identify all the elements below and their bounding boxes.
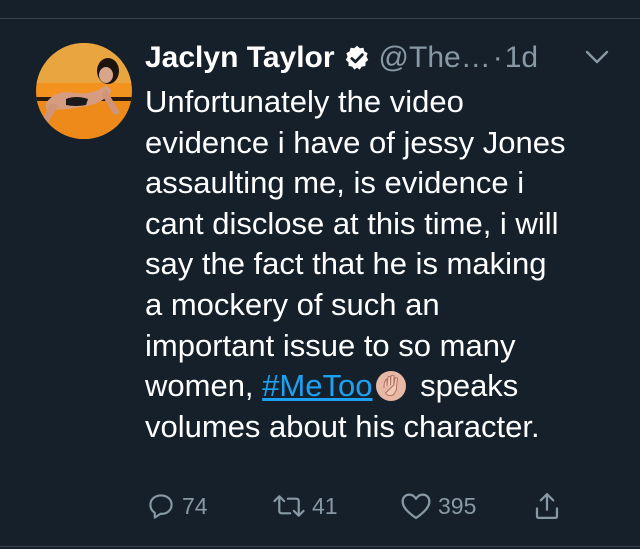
verified-badge-icon [343, 44, 371, 72]
tweet-actions: 74 41 395 [0, 488, 640, 524]
tweet-text-line: a mockery of such an [145, 286, 440, 322]
tweet-text-line-hashtag: women, #MeToo speaks [145, 366, 625, 407]
author-handle[interactable]: @The… [379, 41, 491, 75]
share-icon [532, 491, 562, 521]
retweet-button[interactable]: 41 [272, 488, 338, 524]
tweet-text-line: assaulting me, is evidence i [145, 165, 525, 201]
author-display-name[interactable]: Jaclyn Taylor [145, 41, 335, 75]
tweet-header: Jaclyn Taylor @The… · 1d [145, 36, 620, 80]
reply-icon [146, 491, 176, 521]
text-after-hashtag: speaks [411, 368, 519, 404]
hashtag-link[interactable]: #MeToo [262, 368, 372, 403]
tweet-text-line: evidence i have of jessy Jones [145, 124, 566, 160]
tweet-text-line: say the fact that he is making [145, 246, 547, 282]
tweet-text: Unfortunately the video evidence i have … [145, 82, 625, 447]
chevron-down-icon[interactable] [584, 48, 610, 66]
retweet-icon [272, 491, 306, 521]
text-before-hashtag: women, [145, 368, 263, 404]
like-button[interactable]: 395 [400, 488, 476, 524]
bottom-divider [0, 546, 640, 547]
tweet-text-line: Unfortunately the video [145, 84, 464, 119]
top-divider [0, 18, 640, 19]
like-count: 395 [438, 492, 477, 519]
reply-count: 74 [182, 492, 208, 519]
avatar-image [36, 43, 132, 139]
share-button[interactable] [532, 488, 562, 524]
avatar[interactable] [36, 43, 132, 139]
tweet-text-line: important issue to so many [145, 327, 516, 363]
tweet-timestamp[interactable]: 1d [505, 41, 538, 75]
reply-button[interactable]: 74 [146, 488, 208, 524]
tweet-text-line: volumes about his character. [145, 408, 540, 444]
tweet-text-line: cant disclose at this time, i will [145, 205, 559, 241]
retweet-count: 41 [312, 492, 338, 519]
raised-hand-emoji [375, 370, 407, 402]
separator-dot: · [492, 41, 503, 74]
heart-icon [400, 491, 432, 521]
